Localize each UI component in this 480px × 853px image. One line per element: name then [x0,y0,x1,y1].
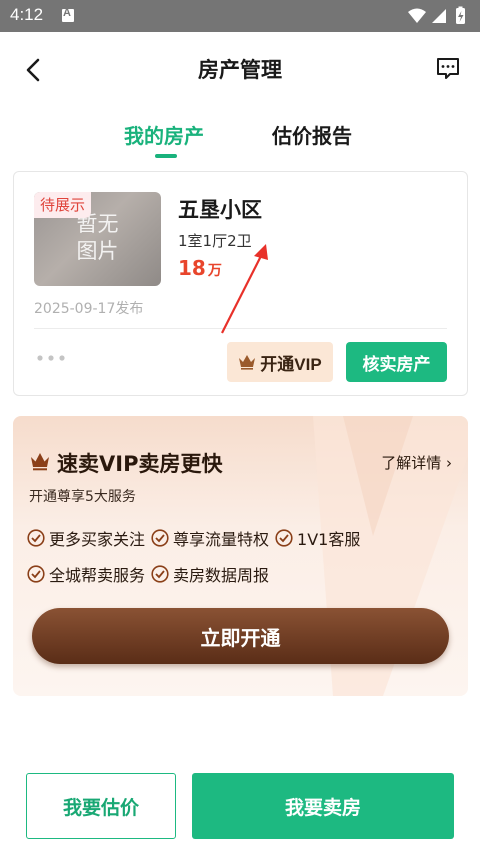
sell-house-button[interactable]: 我要卖房 [192,773,454,839]
page-title: 房产管理 [198,58,282,82]
benefit-item: 更多买家关注 [27,526,145,550]
price-value: 18 [178,256,206,280]
status-badge: 待展示 [34,192,92,218]
tab-active-indicator [155,154,177,158]
signal-icon [432,9,446,23]
property-price: 18 万 [178,256,222,280]
more-options-icon[interactable] [36,350,66,366]
learn-more-link[interactable]: 了解详情 › [381,452,452,473]
promo-title: 速卖VIP卖房更快 [57,452,223,476]
estimate-price-button[interactable]: 我要估价 [26,773,176,839]
property-name: 五垦小区 [178,198,262,222]
benefit-label: 更多买家关注 [49,530,146,549]
benefit-row-2: 全城帮卖服务 卖房数据周报 [27,562,269,586]
chevron-right-icon: › [446,454,452,472]
benefit-label: 全城帮卖服务 [49,566,146,585]
app-header: 房产管理 [0,32,480,108]
status-icons [408,6,465,24]
check-circle-icon [275,529,293,547]
promo-subtitle: 开通尊享5大服务 [29,489,136,505]
benefit-item: 全城帮卖服务 [27,562,145,586]
check-circle-icon [151,529,169,547]
benefit-item: 1V1客服 [275,526,360,550]
benefit-item: 卖房数据周报 [151,562,269,586]
property-card[interactable]: 暂无 图片 待展示 五垦小区 1室1厅2卫 18 万 2025-09-17发布 开… [13,171,468,396]
tab-my-property[interactable]: 我的房产 [124,120,204,149]
benefit-label: 尊享流量特权 [173,530,270,549]
thumbnail-placeholder-text: 暂无 图片 [34,211,161,265]
battery-icon [456,6,465,24]
wifi-icon [408,8,426,23]
crown-icon [239,355,256,370]
tab-bar: 我的房产 估价报告 [0,108,480,164]
verify-property-button[interactable]: 核实房产 [346,342,447,382]
status-bar: 4:12 [0,0,480,32]
property-layout: 1室1厅2卫 [178,232,252,250]
price-unit: 万 [207,263,222,279]
notification-a-icon [62,7,74,22]
thumbnail-placeholder-line2: 图片 [76,239,119,263]
check-circle-icon [151,565,169,583]
open-vip-label: 开通VIP [260,354,322,374]
tab-valuation-report[interactable]: 估价报告 [272,120,352,149]
benefit-label: 1V1客服 [297,530,361,549]
open-vip-button[interactable]: 开通VIP [227,342,333,382]
learn-more-label: 了解详情 [381,454,442,472]
property-thumbnail: 暂无 图片 待展示 [34,192,161,286]
check-circle-icon [27,565,45,583]
publish-date: 2025-09-17发布 [34,301,144,317]
benefit-label: 卖房数据周报 [173,566,270,585]
benefit-row-1: 更多买家关注 尊享流量特权 1V1客服 [27,526,360,550]
card-divider [34,328,447,329]
message-icon[interactable] [434,54,462,82]
check-circle-icon [27,529,45,547]
crown-icon [31,453,49,471]
benefit-item: 尊享流量特权 [151,526,269,550]
status-time: 4:12 [10,5,44,24]
activate-now-button[interactable]: 立即开通 [32,608,449,664]
vip-promo-card: 速卖VIP卖房更快 了解详情 › 开通尊享5大服务 更多买家关注 尊享流量特权 … [13,416,468,696]
